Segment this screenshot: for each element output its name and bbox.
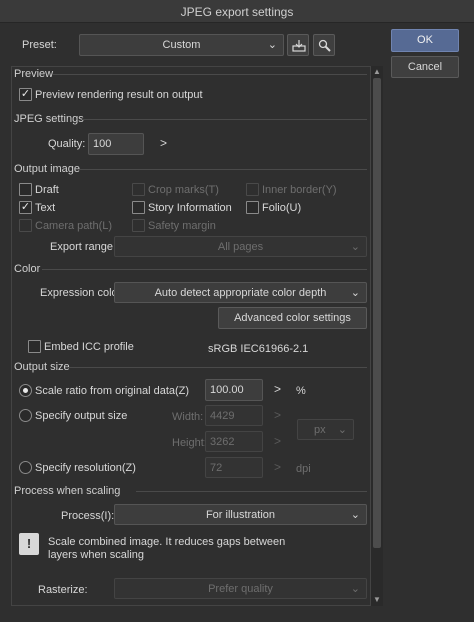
info-text-line-1: Scale combined image. It reduces gaps be… [48, 536, 286, 548]
chevron-down-icon: ⌄ [350, 583, 360, 595]
story-information-checkbox[interactable] [132, 201, 145, 214]
draft-label: Draft [35, 184, 59, 196]
specify-resolution-radio[interactable] [19, 461, 32, 474]
chevron-down-icon: ⌄ [337, 424, 347, 436]
resolution-input[interactable]: 72 [205, 457, 263, 478]
expression-color-label: Expression color: [40, 287, 125, 299]
embed-icc-checkbox[interactable] [28, 340, 41, 353]
section-output-image: Output image [14, 163, 81, 175]
scrollbar-thumb[interactable] [373, 78, 381, 548]
section-output-size: Output size [14, 361, 70, 373]
crop-marks-checkbox[interactable] [132, 183, 145, 196]
chevron-down-icon: ⌄ [267, 39, 277, 51]
resolution-unit: dpi [296, 463, 311, 475]
scale-ratio-radio[interactable] [19, 384, 32, 397]
quality-label: Quality: [48, 138, 86, 150]
preview-checkbox[interactable]: ✓ [19, 88, 32, 101]
specify-resolution-label: Specify resolution(Z) [35, 462, 136, 474]
camera-path-checkbox[interactable] [19, 219, 32, 232]
process-value: For illustration [205, 509, 276, 521]
width-arrow-icon[interactable]: > [274, 408, 281, 422]
save-preset-icon [292, 40, 306, 52]
divider [42, 269, 367, 270]
process-dropdown[interactable]: For illustration ⌄ [114, 504, 367, 525]
chevron-down-icon: ⌄ [350, 241, 360, 253]
specify-output-size-radio[interactable] [19, 409, 32, 422]
section-preview: Preview [14, 68, 54, 80]
export-range-label: Export range: [50, 241, 117, 253]
divider [82, 119, 367, 120]
inner-border-label: Inner border(Y) [262, 184, 337, 196]
chevron-down-icon: ⌄ [350, 287, 360, 299]
info-icon: ! [19, 533, 39, 555]
size-unit-value: px [314, 424, 326, 436]
embed-icc-label: Embed ICC profile [44, 341, 134, 353]
height-arrow-icon[interactable]: > [274, 434, 281, 448]
info-text-line-2: layers when scaling [48, 549, 144, 561]
quality-input[interactable]: 100 [88, 133, 144, 155]
scroll-up-icon[interactable]: ▲ [371, 66, 383, 78]
draft-checkbox[interactable] [19, 183, 32, 196]
scale-ratio-label: Scale ratio from original data(Z) [35, 385, 190, 397]
scale-ratio-input[interactable]: 100.00 [205, 379, 263, 401]
divider [52, 74, 367, 75]
specify-output-size-label: Specify output size [35, 410, 128, 422]
quality-slider-arrow-icon[interactable]: > [160, 136, 167, 150]
ok-button[interactable]: OK [391, 29, 459, 52]
advanced-color-settings-button[interactable]: Advanced color settings [218, 307, 367, 329]
scale-unit: % [296, 385, 306, 397]
save-preset-button[interactable] [287, 34, 309, 56]
width-input[interactable]: 4429 [205, 405, 263, 426]
camera-path-label: Camera path(L) [35, 220, 113, 232]
size-unit-dropdown[interactable]: px ⌄ [297, 419, 354, 440]
section-jpeg-settings: JPEG settings [14, 113, 84, 125]
cancel-button[interactable]: Cancel [391, 56, 459, 78]
text-label: Text [35, 202, 56, 214]
divider [136, 491, 367, 492]
height-input[interactable]: 3262 [205, 431, 263, 452]
export-range-value: All pages [217, 241, 264, 253]
safety-margin-label: Safety margin [148, 220, 216, 232]
preview-checkbox-label: Preview rendering result on output [35, 89, 203, 101]
rasterize-value: Prefer quality [208, 583, 273, 595]
chevron-down-icon: ⌄ [350, 509, 360, 521]
manage-preset-button[interactable] [313, 34, 335, 56]
section-color: Color [14, 263, 41, 275]
width-label: Width: [172, 411, 204, 423]
divider [66, 367, 367, 368]
safety-margin-checkbox[interactable] [132, 219, 145, 232]
divider [76, 169, 367, 170]
expression-color-dropdown[interactable]: Auto detect appropriate color depth ⌄ [114, 282, 367, 303]
rasterize-label: Rasterize: [38, 584, 88, 596]
preset-label: Preset: [22, 39, 57, 51]
folio-label: Folio(U) [262, 202, 302, 214]
window-title: JPEG export settings [180, 5, 294, 19]
scroll-down-icon[interactable]: ▼ [371, 594, 383, 606]
section-process-when-scaling: Process when scaling [14, 485, 121, 497]
resolution-arrow-icon[interactable]: > [274, 460, 281, 474]
expression-color-value: Auto detect appropriate color depth [154, 287, 327, 299]
rasterize-dropdown[interactable]: Prefer quality ⌄ [114, 578, 367, 599]
text-checkbox[interactable]: ✓ [19, 201, 32, 214]
process-label: Process(I): [61, 510, 115, 522]
preset-value: Custom [162, 39, 201, 51]
preset-dropdown[interactable]: Custom ⌄ [79, 34, 284, 56]
export-range-dropdown[interactable]: All pages ⌄ [114, 236, 367, 257]
scale-slider-arrow-icon[interactable]: > [274, 382, 281, 396]
height-label: Height: [172, 437, 207, 449]
inner-border-checkbox[interactable] [246, 183, 259, 196]
story-information-label: Story Information [148, 202, 232, 214]
crop-marks-label: Crop marks(T) [148, 184, 219, 196]
icc-profile-name: sRGB IEC61966-2.1 [208, 343, 309, 355]
folio-checkbox[interactable] [246, 201, 259, 214]
wrench-icon [318, 39, 331, 52]
